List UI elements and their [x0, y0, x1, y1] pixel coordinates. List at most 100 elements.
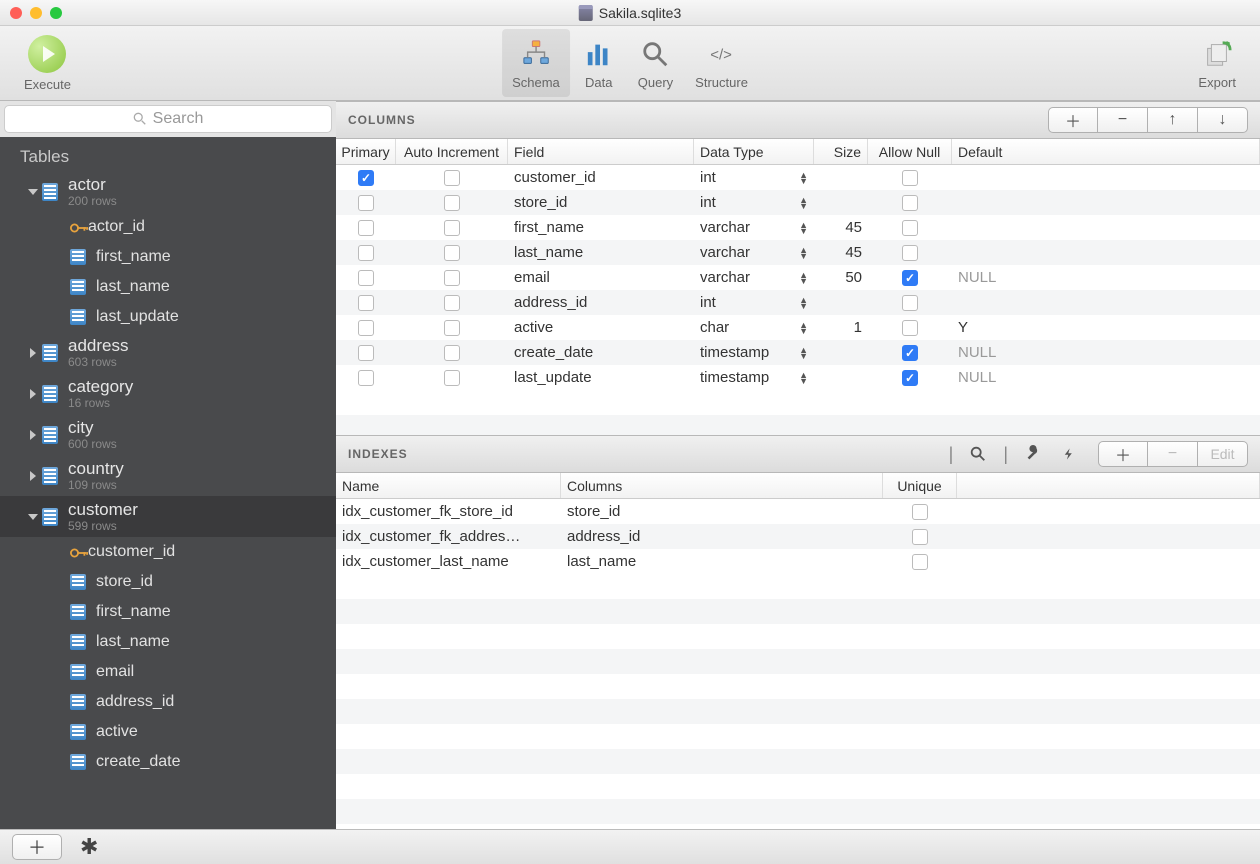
footer-add-button[interactable]: ＋ — [12, 834, 62, 860]
field-cell[interactable]: customer_id — [508, 165, 694, 190]
field-cell[interactable]: email — [508, 265, 694, 290]
primary-checkbox[interactable] — [358, 170, 374, 186]
size-cell[interactable] — [814, 190, 868, 215]
unique-checkbox[interactable] — [912, 529, 928, 545]
header-primary[interactable]: Primary — [336, 139, 396, 164]
schema-tab[interactable]: Schema — [502, 29, 570, 97]
index-columns-cell[interactable]: last_name — [561, 549, 883, 574]
default-cell[interactable] — [952, 290, 1260, 315]
datatype-cell[interactable]: int▲▼ — [694, 165, 814, 190]
stepper-icon[interactable]: ▲▼ — [799, 197, 808, 209]
index-bolt-button[interactable] — [1058, 443, 1080, 465]
sidebar-column-last_update[interactable]: last_update — [0, 302, 336, 332]
autoinc-checkbox[interactable] — [444, 245, 460, 261]
disclosure-icon[interactable] — [30, 471, 36, 481]
default-cell[interactable]: NULL — [952, 265, 1260, 290]
default-cell[interactable] — [952, 240, 1260, 265]
unique-checkbox[interactable] — [912, 554, 928, 570]
disclosure-icon[interactable] — [30, 430, 36, 440]
header-default[interactable]: Default — [952, 139, 1260, 164]
column-row[interactable]: store_idint▲▼ — [336, 190, 1260, 215]
stepper-icon[interactable]: ▲▼ — [799, 297, 808, 309]
allownull-checkbox[interactable] — [902, 170, 918, 186]
index-wrench-button[interactable] — [1022, 443, 1044, 465]
primary-checkbox[interactable] — [358, 345, 374, 361]
size-cell[interactable]: 45 — [814, 240, 868, 265]
stepper-icon[interactable]: ▲▼ — [799, 247, 808, 259]
header-size[interactable]: Size — [814, 139, 868, 164]
sidebar-column-email[interactable]: email — [0, 657, 336, 687]
stepper-icon[interactable]: ▲▼ — [799, 272, 808, 284]
datatype-cell[interactable]: int▲▼ — [694, 190, 814, 215]
unique-checkbox[interactable] — [912, 504, 928, 520]
header-index-unique[interactable]: Unique — [883, 473, 957, 498]
default-cell[interactable] — [952, 190, 1260, 215]
datatype-cell[interactable]: timestamp▲▼ — [694, 340, 814, 365]
header-index-name[interactable]: Name — [336, 473, 561, 498]
field-cell[interactable]: first_name — [508, 215, 694, 240]
default-cell[interactable]: NULL — [952, 365, 1260, 390]
sidebar-table-address[interactable]: address603 rows — [0, 332, 336, 373]
autoinc-checkbox[interactable] — [444, 270, 460, 286]
structure-tab[interactable]: </> Structure — [685, 29, 758, 97]
autoinc-checkbox[interactable] — [444, 195, 460, 211]
size-cell[interactable]: 1 — [814, 315, 868, 340]
index-name-cell[interactable]: idx_customer_last_name — [336, 549, 561, 574]
column-row[interactable]: emailvarchar▲▼50NULL — [336, 265, 1260, 290]
sidebar-column-customer_id[interactable]: customer_id — [0, 537, 336, 567]
disclosure-icon[interactable] — [28, 514, 38, 520]
sidebar-column-address_id[interactable]: address_id — [0, 687, 336, 717]
allownull-checkbox[interactable] — [902, 320, 918, 336]
window-maximize-button[interactable] — [50, 7, 62, 19]
field-cell[interactable]: address_id — [508, 290, 694, 315]
sidebar-column-last_name[interactable]: last_name — [0, 272, 336, 302]
sidebar-column-create_date[interactable]: create_date — [0, 747, 336, 777]
allownull-checkbox[interactable] — [902, 270, 918, 286]
size-cell[interactable] — [814, 365, 868, 390]
primary-checkbox[interactable] — [358, 320, 374, 336]
sidebar-table-category[interactable]: category16 rows — [0, 373, 336, 414]
sidebar-table-actor[interactable]: actor200 rows — [0, 171, 336, 212]
size-cell[interactable] — [814, 290, 868, 315]
header-field[interactable]: Field — [508, 139, 694, 164]
header-allownull[interactable]: Allow Null — [868, 139, 952, 164]
stepper-icon[interactable]: ▲▼ — [799, 372, 808, 384]
autoinc-checkbox[interactable] — [444, 370, 460, 386]
datatype-cell[interactable]: varchar▲▼ — [694, 240, 814, 265]
header-index-columns[interactable]: Columns — [561, 473, 883, 498]
size-cell[interactable] — [814, 340, 868, 365]
index-name-cell[interactable]: idx_customer_fk_addres… — [336, 524, 561, 549]
primary-checkbox[interactable] — [358, 370, 374, 386]
field-cell[interactable]: active — [508, 315, 694, 340]
index-columns-cell[interactable]: store_id — [561, 499, 883, 524]
size-cell[interactable]: 50 — [814, 265, 868, 290]
export-button[interactable]: Export — [1188, 29, 1246, 97]
index-columns-cell[interactable]: address_id — [561, 524, 883, 549]
data-tab[interactable]: Data — [572, 29, 626, 97]
remove-column-button[interactable]: − — [1098, 107, 1148, 133]
index-row[interactable]: idx_customer_fk_store_idstore_id — [336, 499, 1260, 524]
field-cell[interactable]: last_name — [508, 240, 694, 265]
sidebar-table-city[interactable]: city600 rows — [0, 414, 336, 455]
stepper-icon[interactable]: ▲▼ — [799, 172, 808, 184]
header-datatype[interactable]: Data Type — [694, 139, 814, 164]
datatype-cell[interactable]: char▲▼ — [694, 315, 814, 340]
stepper-icon[interactable]: ▲▼ — [799, 222, 808, 234]
index-name-cell[interactable]: idx_customer_fk_store_id — [336, 499, 561, 524]
autoinc-checkbox[interactable] — [444, 320, 460, 336]
index-search-button[interactable] — [967, 443, 989, 465]
disclosure-icon[interactable] — [30, 389, 36, 399]
field-cell[interactable]: store_id — [508, 190, 694, 215]
primary-checkbox[interactable] — [358, 195, 374, 211]
column-row[interactable]: activechar▲▼1 Y — [336, 315, 1260, 340]
primary-checkbox[interactable] — [358, 270, 374, 286]
allownull-checkbox[interactable] — [902, 370, 918, 386]
move-column-down-button[interactable]: ↓ — [1198, 107, 1248, 133]
sidebar-column-first_name[interactable]: first_name — [0, 242, 336, 272]
sidebar-column-actor_id[interactable]: actor_id — [0, 212, 336, 242]
default-cell[interactable] — [952, 165, 1260, 190]
size-cell[interactable] — [814, 165, 868, 190]
default-cell[interactable]: Y — [952, 315, 1260, 340]
allownull-checkbox[interactable] — [902, 220, 918, 236]
autoinc-checkbox[interactable] — [444, 220, 460, 236]
